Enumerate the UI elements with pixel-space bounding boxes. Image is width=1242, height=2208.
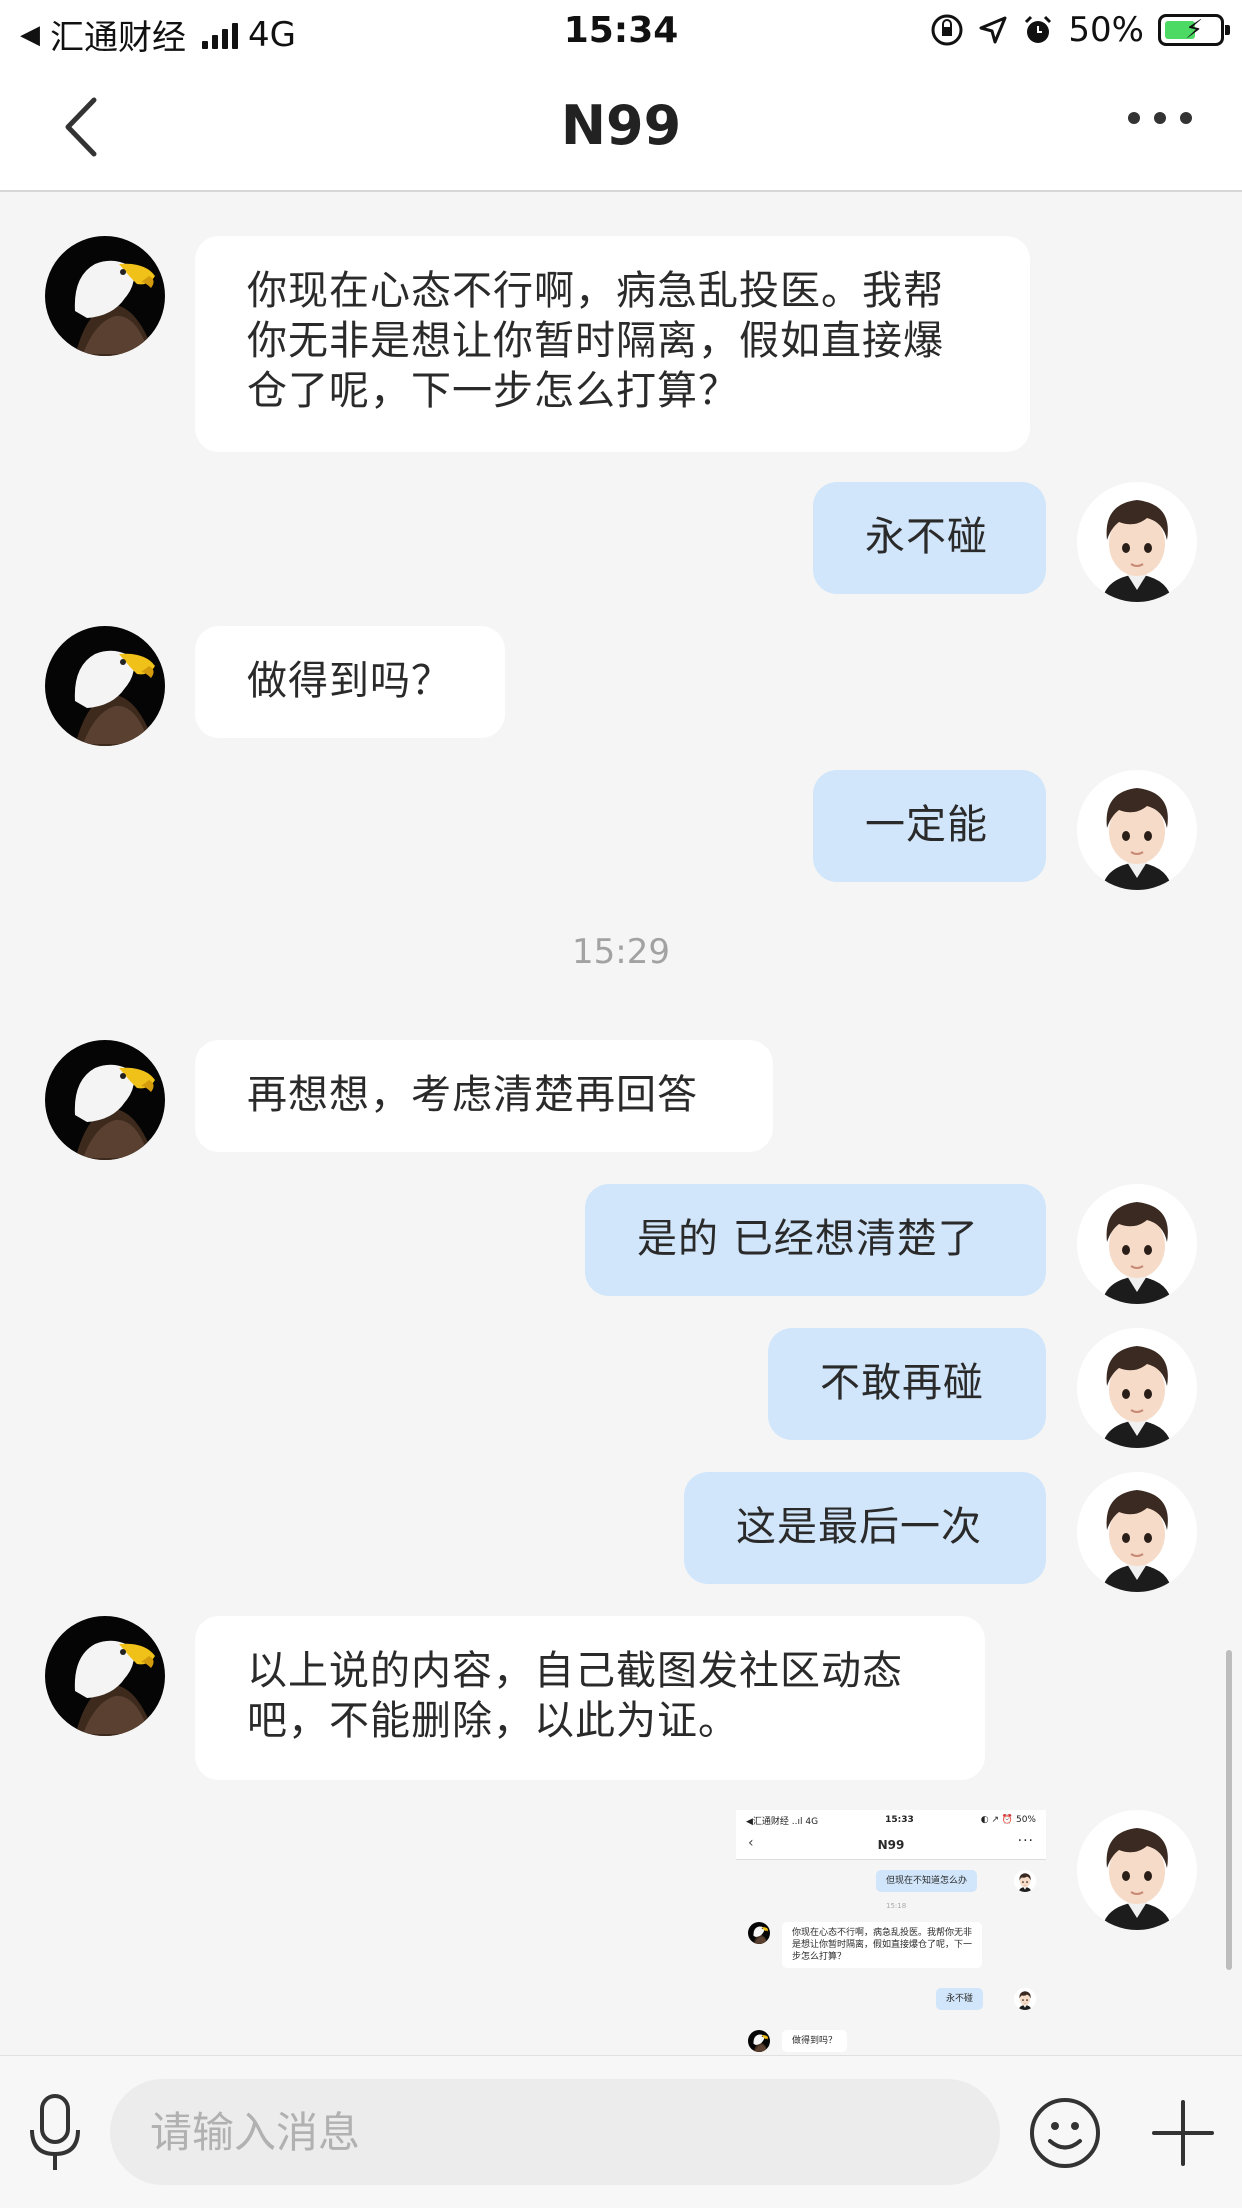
user-avatar[interactable] (1077, 482, 1197, 602)
contact-avatar[interactable] (45, 1616, 165, 1736)
thumb-user-avatar (1014, 1870, 1036, 1892)
user-avatar[interactable] (1077, 1184, 1197, 1304)
thumb-contact-avatar (748, 1922, 770, 1944)
message-bubble-outgoing[interactable]: 一定能 (813, 770, 1046, 882)
screenshot-image-message[interactable]: ◀汇通财经 ..ıl 4G 15:33 ◐ ↗ ⏰ 50% ‹ N99 ··· … (736, 1810, 1046, 2055)
plus-icon[interactable] (1150, 2096, 1216, 2170)
location-icon (979, 16, 1007, 44)
thumb-time: 15:33 (885, 1815, 914, 1825)
microphone-icon[interactable] (24, 2092, 86, 2174)
scrollbar[interactable] (1226, 1650, 1232, 1970)
message-input[interactable] (110, 2079, 1000, 2185)
message-timestamp: 15:29 (572, 932, 670, 972)
battery-icon: ⚡ (1158, 14, 1230, 46)
thumb-bubble-outgoing: 但现在不知道怎么办 (876, 1870, 978, 1892)
alarm-icon (1025, 15, 1052, 43)
user-avatar[interactable] (1077, 1810, 1197, 1930)
contact-avatar[interactable] (45, 236, 165, 356)
message-bubble-incoming[interactable]: 再想想，考虑清楚再回答 (195, 1040, 773, 1152)
thumb-carrier: ◀汇通财经 ..ıl 4G (746, 1816, 819, 1827)
thumb-status-bar: ◀汇通财经 ..ıl 4G 15:33 ◐ ↗ ⏰ 50% (736, 1810, 1046, 1830)
contact-avatar[interactable] (45, 626, 165, 746)
user-avatar[interactable] (1077, 1328, 1197, 1448)
thumb-bubble-incoming: 做得到吗？ (782, 2030, 848, 2052)
user-avatar[interactable] (1077, 1472, 1197, 1592)
message-bubble-incoming[interactable]: 以上说的内容，自己截图发社区动态吧，不能删除，以此为证。 (195, 1616, 985, 1780)
contact-avatar[interactable] (45, 1040, 165, 1160)
message-bubble-incoming[interactable]: 你现在心态不行啊，病急乱投医。我帮你无非是想让你暂时隔离，假如直接爆仓了呢，下一… (195, 236, 1030, 452)
thumb-battery: ◐ ↗ ⏰ 50% (980, 1815, 1036, 1825)
more-options-icon[interactable] (1128, 112, 1192, 124)
thumb-bubble-incoming: 你现在心态不行啊，病急乱投医。我帮你无非是想让你暂时隔离，假如直接爆仓了呢，下一… (782, 1922, 982, 1968)
status-bar: ◀ 汇通财经 4G 15:34 50% ⚡ (0, 0, 1242, 64)
message-bubble-incoming[interactable]: 做得到吗？ (195, 626, 505, 738)
input-bar (0, 2055, 1242, 2208)
orientation-lock-icon (931, 14, 963, 46)
thumb-title: N99 (877, 1838, 905, 1852)
thumb-nav-bar: ‹ N99 ··· (736, 1830, 1046, 1860)
message-bubble-outgoing[interactable]: 永不碰 (813, 482, 1046, 594)
user-avatar[interactable] (1077, 770, 1197, 890)
thumb-more-icon: ··· (1017, 1833, 1034, 1849)
battery-percent: 50% (1068, 10, 1144, 50)
message-bubble-outgoing[interactable]: 不敢再碰 (768, 1328, 1046, 1440)
chat-title: N99 (560, 94, 682, 157)
thumb-bubble-outgoing: 永不碰 (936, 1988, 984, 2010)
status-right: 50% ⚡ (930, 10, 1230, 50)
thumb-user-avatar (1014, 1988, 1036, 2010)
nav-bar: N99 (0, 64, 1242, 192)
message-bubble-outgoing[interactable]: 是的 已经想清楚了 (585, 1184, 1046, 1296)
thumb-timestamp: 15:18 (886, 1902, 907, 1910)
thumb-contact-avatar (748, 2030, 770, 2052)
message-bubble-outgoing[interactable]: 这是最后一次 (684, 1472, 1046, 1584)
emoji-icon[interactable] (1028, 2096, 1102, 2170)
